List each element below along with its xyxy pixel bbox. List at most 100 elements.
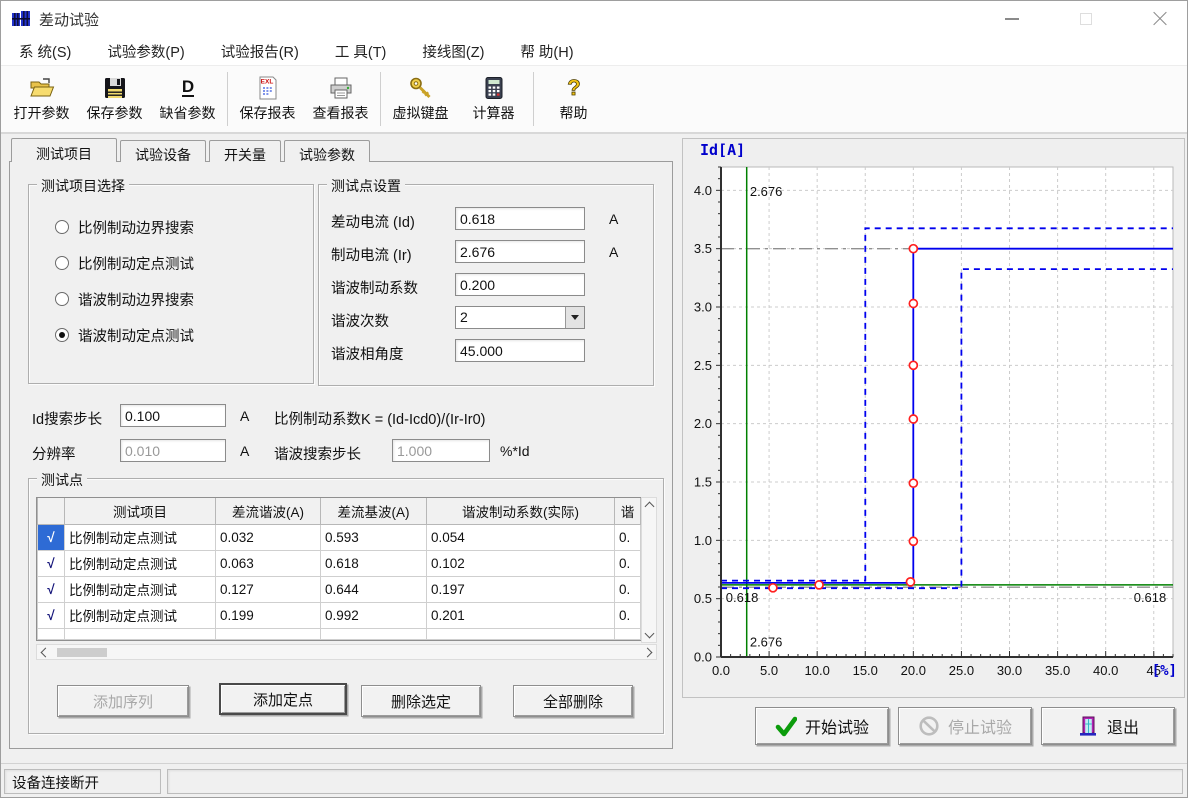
- ir-current-input[interactable]: [455, 240, 585, 263]
- menu-test-params[interactable]: 试验参数(P): [107, 41, 184, 62]
- harmonic-coeff-input[interactable]: [455, 273, 585, 296]
- column-header-item[interactable]: 测试项目: [65, 498, 216, 524]
- calculator-button[interactable]: 计算器: [457, 68, 530, 130]
- radio-harmonic-point-test[interactable]: 谐波制动定点测试: [55, 325, 194, 345]
- radio-icon: [55, 256, 69, 270]
- cell-actual-coeff[interactable]: 0.201: [427, 602, 615, 628]
- cell-fundamental[interactable]: 0.992: [321, 602, 427, 628]
- cell-item[interactable]: 比例制动定点测试: [65, 550, 216, 576]
- cell-harmonic[interactable]: 0.127: [216, 576, 321, 602]
- save-params-button[interactable]: 保存参数: [78, 68, 151, 130]
- prohibit-icon: [918, 715, 940, 737]
- column-header-actual-coeff[interactable]: 谐波制动系数(实际): [427, 498, 615, 524]
- radio-harmonic-boundary-search[interactable]: 谐波制动边界搜索: [55, 289, 194, 309]
- scroll-right-icon[interactable]: [643, 647, 653, 657]
- exit-button[interactable]: 退出: [1041, 707, 1175, 745]
- y-tick-label: 3.5: [694, 241, 712, 256]
- default-params-button[interactable]: D 缺省参数: [151, 68, 224, 130]
- scroll-left-icon[interactable]: [41, 647, 51, 657]
- status-panel-empty: [167, 769, 1183, 794]
- table-vertical-scrollbar[interactable]: [641, 497, 657, 643]
- test-point-marker: [815, 581, 823, 589]
- cell-harmonic[interactable]: 0.199: [216, 602, 321, 628]
- table-row[interactable]: √ 比例制动定点测试 0.199 0.992 0.201 0.: [38, 602, 641, 628]
- harmonic-order-select[interactable]: 2: [455, 306, 585, 329]
- column-header-clipped[interactable]: 谐: [615, 498, 641, 524]
- cell-fundamental[interactable]: 0.618: [321, 550, 427, 576]
- tab-test-device[interactable]: 试验设备: [120, 140, 206, 162]
- maximize-button[interactable]: [1073, 6, 1099, 32]
- table-row[interactable]: √ 比例制动定点测试 0.127 0.644 0.197 0.: [38, 576, 641, 602]
- scroll-up-icon[interactable]: [644, 502, 654, 512]
- column-header-fundamental-current[interactable]: 差流基波(A): [321, 498, 427, 524]
- menu-tools[interactable]: 工 具(T): [335, 41, 387, 62]
- menu-system[interactable]: 系 统(S): [19, 41, 71, 62]
- field-label-ir: 制动电流 (Ir): [331, 244, 412, 265]
- table-horizontal-scrollbar[interactable]: [36, 644, 657, 660]
- cell-actual-coeff[interactable]: 0.054: [427, 524, 615, 550]
- menu-help[interactable]: 帮 助(H): [520, 41, 573, 62]
- test-points-group: 测试点 测试项目 差流谐波(A) 差流基波(A) 谐波制动系数(实际) 谐: [28, 478, 664, 734]
- scrollbar-thumb[interactable]: [57, 648, 107, 657]
- test-select-group: 测试项目选择 比例制动边界搜索 比例制动定点测试 谐波制动边界搜索 谐波制动定点…: [28, 184, 314, 384]
- chart-annotation: 2.676: [750, 184, 783, 199]
- save-floppy-icon: [102, 75, 128, 101]
- open-params-button[interactable]: 打开参数: [5, 68, 78, 130]
- cell-clipped[interactable]: 0.: [615, 576, 641, 602]
- table-row-partial: [38, 628, 641, 639]
- chevron-down-icon: [571, 315, 579, 320]
- column-header-check[interactable]: [38, 498, 65, 524]
- close-button[interactable]: [1147, 6, 1173, 32]
- cell-clipped[interactable]: 0.: [615, 524, 641, 550]
- app-icon: [11, 9, 31, 29]
- check-icon: [775, 715, 797, 737]
- id-step-input[interactable]: [120, 404, 226, 427]
- tab-test-params[interactable]: 试验参数: [284, 140, 370, 162]
- radio-ratio-boundary-search[interactable]: 比例制动边界搜索: [55, 217, 194, 237]
- harmonic-phase-input[interactable]: [455, 339, 585, 362]
- checkmark-icon: √: [47, 582, 54, 597]
- cell-item[interactable]: 比例制动定点测试: [65, 602, 216, 628]
- radio-icon: [55, 292, 69, 306]
- scroll-down-icon[interactable]: [644, 629, 654, 639]
- cell-fundamental[interactable]: 0.593: [321, 524, 427, 550]
- cell-clipped[interactable]: 0.: [615, 550, 641, 576]
- toolbar-label: 计算器: [473, 103, 515, 123]
- tab-test-items[interactable]: 测试项目: [11, 138, 117, 162]
- radio-ratio-point-test[interactable]: 比例制动定点测试: [55, 253, 194, 273]
- cell-harmonic[interactable]: 0.032: [216, 524, 321, 550]
- row-check-cell[interactable]: √: [38, 602, 65, 628]
- cell-item[interactable]: 比例制动定点测试: [65, 576, 216, 602]
- minimize-button[interactable]: [999, 6, 1025, 32]
- cell-item[interactable]: 比例制动定点测试: [65, 524, 216, 550]
- id-current-input[interactable]: [455, 207, 585, 230]
- start-test-button[interactable]: 开始试验: [755, 707, 889, 745]
- tab-switch-quantity[interactable]: 开关量: [209, 140, 281, 162]
- delete-all-button[interactable]: 全部删除: [513, 685, 633, 717]
- row-check-cell[interactable]: √: [38, 576, 65, 602]
- toolbar-label: 虚拟键盘: [393, 103, 449, 123]
- save-report-button[interactable]: EXL 保存报表: [231, 68, 304, 130]
- virtual-keyboard-button[interactable]: 虚拟键盘: [384, 68, 457, 130]
- delete-selected-button[interactable]: 删除选定: [361, 685, 481, 717]
- cell-clipped[interactable]: 0.: [615, 602, 641, 628]
- column-header-harmonic-current[interactable]: 差流谐波(A): [216, 498, 321, 524]
- toolbar-label: 保存参数: [87, 103, 143, 123]
- view-report-button[interactable]: 查看报表: [304, 68, 377, 130]
- ratio-coeff-formula: 比例制动系数K = (Id-Icd0)/(Ir-Ir0): [274, 408, 485, 429]
- cell-actual-coeff[interactable]: 0.197: [427, 576, 615, 602]
- row-check-cell-selected[interactable]: √: [38, 524, 65, 550]
- help-button[interactable]: ? 帮助: [537, 68, 610, 130]
- key-icon: [408, 75, 434, 101]
- menu-test-report[interactable]: 试验报告(R): [221, 41, 299, 62]
- test-point-marker: [909, 245, 917, 253]
- menu-wiring-diagram[interactable]: 接线图(Z): [422, 41, 484, 62]
- table-row[interactable]: √ 比例制动定点测试 0.063 0.618 0.102 0.: [38, 550, 641, 576]
- add-point-button[interactable]: 添加定点: [219, 683, 347, 715]
- table-row[interactable]: √ 比例制动定点测试 0.032 0.593 0.054 0.: [38, 524, 641, 550]
- dropdown-button[interactable]: [565, 307, 584, 328]
- cell-fundamental[interactable]: 0.644: [321, 576, 427, 602]
- cell-harmonic[interactable]: 0.063: [216, 550, 321, 576]
- cell-actual-coeff[interactable]: 0.102: [427, 550, 615, 576]
- row-check-cell[interactable]: √: [38, 550, 65, 576]
